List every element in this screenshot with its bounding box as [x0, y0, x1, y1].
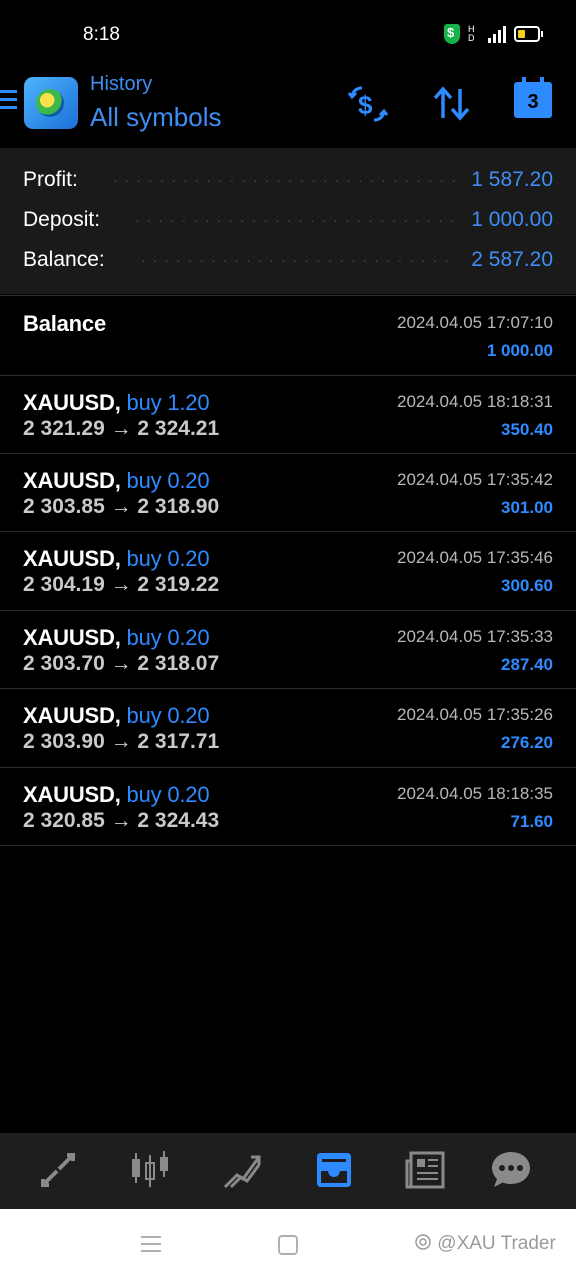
trend-icon [223, 1155, 261, 1189]
signal-icon [488, 25, 506, 43]
tab-history[interactable] [311, 1147, 357, 1193]
deal-time: 2024.04.05 17:35:33 [397, 627, 553, 646]
news-icon [405, 1151, 445, 1189]
deal-type: buy 0.20 [126, 782, 210, 807]
calendar-button[interactable]: 3 [514, 77, 552, 118]
deal-prices: 2 321.29 → 2 324.21 [23, 417, 220, 440]
dot-leader: ········································… [135, 212, 463, 228]
deal-profit: 287.40 [501, 655, 553, 674]
summary-value: 1 000.00 [471, 208, 553, 231]
svg-text:$: $ [358, 90, 373, 120]
shield-icon [444, 24, 460, 44]
symbol-name: XAUUSD, [23, 390, 121, 415]
deal-time: 2024.04.05 17:35:46 [397, 548, 553, 567]
dot-leader: ········································… [141, 252, 451, 268]
quotes-icon [41, 1153, 75, 1187]
summary-row-balance: Balance: ·······························… [23, 248, 553, 278]
system-nav-bar: @XAU Trader [0, 1209, 576, 1280]
deal-row[interactable]: XAUUSD, buy 0.20 2 304.19 → 2 319.22 202… [0, 532, 576, 610]
deal-time: 2024.04.05 17:07:10 [397, 313, 553, 332]
deal-prices: 2 303.85 → 2 318.90 [23, 495, 220, 518]
deal-type: buy 0.20 [126, 546, 210, 571]
status-icons: HD [444, 24, 543, 44]
deal-row[interactable]: XAUUSD, buy 1.20 2 321.29 → 2 324.21 202… [0, 376, 576, 454]
summary-value: 1 587.20 [471, 168, 553, 191]
bottom-tab-bar [0, 1133, 576, 1209]
dollar-exchange-icon: $ [347, 86, 389, 122]
deal-profit: 71.60 [510, 812, 553, 831]
summary-panel: Profit: ································… [0, 148, 576, 294]
sort-arrows-icon [433, 86, 470, 121]
divider [0, 295, 576, 296]
tab-news[interactable] [403, 1147, 449, 1193]
sort-button[interactable] [430, 82, 474, 126]
deal-symbol: XAUUSD, buy 0.20 [23, 625, 210, 651]
candlestick-chart-icon [132, 1151, 168, 1187]
tab-messages[interactable] [488, 1147, 534, 1193]
symbol-name: XAUUSD, [23, 468, 121, 493]
deal-row[interactable]: XAUUSD, buy 0.20 2 320.85 → 2 324.43 202… [0, 768, 576, 846]
deal-type: buy 0.20 [126, 625, 210, 650]
menu-icon[interactable] [0, 90, 17, 112]
balance-label: Balance [23, 311, 106, 336]
deal-row[interactable]: XAUUSD, buy 0.20 2 303.70 → 2 318.07 202… [0, 611, 576, 689]
deal-type: buy 0.20 [126, 468, 210, 493]
deal-prices: 2 303.70 → 2 318.07 [23, 652, 220, 675]
app-logo [24, 77, 78, 129]
deal-symbol: XAUUSD, buy 1.20 [23, 390, 210, 416]
tab-chart[interactable] [127, 1147, 173, 1193]
summary-label: Profit: [23, 168, 78, 191]
deposit-operations-button[interactable]: $ [346, 82, 390, 126]
battery-icon [514, 26, 543, 42]
deal-time: 2024.04.05 17:35:26 [397, 705, 553, 724]
deal-profit: 300.60 [501, 576, 553, 595]
deal-time: 2024.04.05 17:35:42 [397, 470, 553, 489]
divider [0, 845, 576, 846]
deal-prices: 2 304.19 → 2 319.22 [23, 573, 220, 596]
deal-symbol: XAUUSD, buy 0.20 [23, 546, 210, 572]
deal-time: 2024.04.05 18:18:31 [397, 392, 553, 411]
balance-row[interactable]: Balance 2024.04.05 17:07:10 1 000.00 [0, 297, 576, 375]
app-bar: History All symbols $ 3 [0, 68, 576, 148]
hd-icon: HD [468, 24, 475, 43]
deal-row[interactable]: XAUUSD, buy 0.20 2 303.90 → 2 317.71 202… [0, 689, 576, 767]
deal-profit: 1 000.00 [486, 341, 553, 360]
chat-bubble-icon [492, 1152, 530, 1187]
home-button[interactable] [278, 1235, 298, 1255]
watermark-text: @XAU Trader [437, 1233, 556, 1254]
deal-profit: 276.20 [501, 733, 553, 752]
status-time: 8:18 [83, 24, 120, 45]
summary-row-profit: Profit: ································… [23, 168, 553, 198]
page-subtitle: History [90, 73, 153, 95]
deal-row[interactable]: XAUUSD, buy 0.20 2 303.85 → 2 318.90 202… [0, 454, 576, 532]
summary-value: 2 587.20 [471, 248, 553, 271]
symbol-name: XAUUSD, [23, 625, 121, 650]
tab-trade[interactable] [219, 1147, 265, 1193]
symbol-filter[interactable]: All symbols [90, 102, 221, 133]
watermark: @XAU Trader [414, 1233, 556, 1255]
deal-type: buy 1.20 [126, 390, 210, 415]
symbol-name: XAUUSD, [23, 703, 121, 728]
deal-type: buy 0.20 [126, 703, 210, 728]
deal-prices: 2 303.90 → 2 317.71 [23, 730, 220, 753]
summary-row-deposit: Deposit: ·······························… [23, 208, 553, 238]
tab-quotes[interactable] [35, 1147, 81, 1193]
symbol-name: XAUUSD, [23, 546, 121, 571]
deal-prices: 2 320.85 → 2 324.43 [23, 809, 220, 832]
dot-leader: ········································… [113, 172, 463, 188]
inbox-icon [317, 1153, 351, 1187]
deal-profit: 301.00 [501, 498, 553, 517]
deal-symbol: XAUUSD, buy 0.20 [23, 468, 210, 494]
deal-time: 2024.04.05 18:18:35 [397, 784, 553, 803]
camera-icon [415, 1234, 431, 1250]
summary-label: Deposit: [23, 208, 101, 231]
symbol-name: XAUUSD, [23, 782, 121, 807]
summary-label: Balance: [23, 248, 105, 271]
deal-profit: 350.40 [501, 420, 553, 439]
recent-apps-button[interactable] [141, 1236, 161, 1257]
deal-symbol: XAUUSD, buy 0.20 [23, 703, 210, 729]
status-bar: 8:18 HD [0, 0, 576, 68]
deal-symbol: XAUUSD, buy 0.20 [23, 782, 210, 808]
